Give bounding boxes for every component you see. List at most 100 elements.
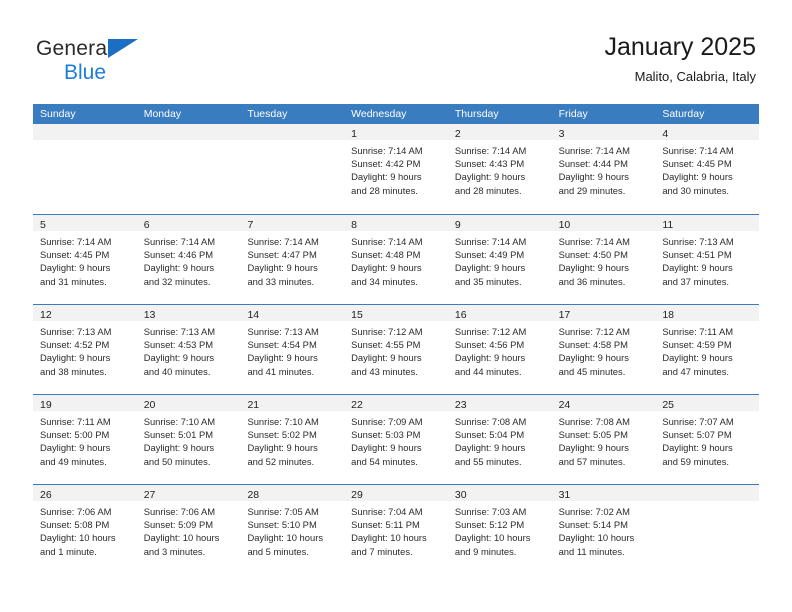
day-number-band: 19 (33, 395, 137, 411)
day-cell-empty (136, 124, 241, 214)
day-number-band: 31 (551, 485, 656, 501)
day-cell-30[interactable]: 30 Sunrise: 7:03 AM Sunset: 5:12 PM Dayligh… (447, 485, 552, 574)
sunrise-line: Sunrise: 7:14 AM (351, 236, 423, 247)
daylight-line-1: Daylight: 10 hours (351, 532, 427, 544)
day-number-band: 10 (551, 215, 656, 231)
day-number: 19 (40, 399, 52, 411)
day-cell-2[interactable]: 2 Sunrise: 7:14 AM Sunset: 4:43 PM Daylight… (447, 124, 552, 214)
sunrise-line: Sunrise: 7:03 AM (454, 506, 527, 517)
day-number: 27 (143, 489, 156, 501)
day-cell-14[interactable]: 14 Sunrise: 7:13 AM Sunset: 4:54 PM Dayligh… (240, 305, 345, 394)
day-number: 16 (454, 309, 467, 321)
day-details: Sunrise: 7:11 AM Sunset: 4:59 PM Daylight:… (655, 321, 759, 378)
day-details: Sunrise: 7:12 AM Sunset: 4:58 PM Daylight:… (552, 321, 656, 378)
daylight-line-1: Daylight: 10 hours (40, 532, 116, 544)
day-cell-22[interactable]: 22 Sunrise: 7:09 AM Sunset: 5:03 PM Dayligh… (344, 395, 448, 484)
sunrise-line: Sunrise: 7:08 AM (558, 416, 630, 427)
sunset-line: Sunset: 4:52 PM (40, 339, 110, 351)
daylight-line-2: and 7 minutes. (351, 545, 413, 557)
day-number-band (240, 124, 345, 140)
day-number: 10 (558, 219, 571, 231)
page-title: January 2025 (604, 33, 756, 61)
day-cell-13[interactable]: 13 Sunrise: 7:13 AM Sunset: 4:53 PM Dayligh… (136, 305, 241, 394)
day-cell-6[interactable]: 6 Sunrise: 7:14 AM Sunset: 4:46 PM Daylight… (136, 215, 241, 304)
day-details: Sunrise: 7:13 AM Sunset: 4:54 PM Daylight:… (240, 321, 344, 378)
day-cell-23[interactable]: 23 Sunrise: 7:08 AM Sunset: 5:04 PM Dayligh… (447, 395, 552, 484)
day-cell-4[interactable]: 4 Sunrise: 7:14 AM Sunset: 4:45 PM Daylight… (655, 124, 760, 214)
daylight-line-1: Daylight: 9 hours (351, 442, 422, 454)
sunrise-line: Sunrise: 7:11 AM (662, 326, 734, 337)
calendar-week-row: 5 Sunrise: 7:14 AM Sunset: 4:45 PM Daylight… (33, 214, 760, 304)
day-cell-28[interactable]: 28 Sunrise: 7:05 AM Sunset: 5:10 PM Dayligh… (240, 485, 345, 574)
daylight-line-1: Daylight: 10 hours (247, 532, 324, 544)
daylight-line-2: and 5 minutes. (247, 545, 309, 557)
day-cell-17[interactable]: 17 Sunrise: 7:12 AM Sunset: 4:58 PM Dayligh… (551, 305, 656, 394)
day-cell-31[interactable]: 31 Sunrise: 7:02 AM Sunset: 5:14 PM Dayligh… (551, 485, 656, 574)
day-cell-7[interactable]: 7 Sunrise: 7:14 AM Sunset: 4:47 PM Daylight… (240, 215, 345, 304)
day-cell-20[interactable]: 20 Sunrise: 7:10 AM Sunset: 5:01 PM Dayligh… (136, 395, 241, 484)
day-number-band: 3 (551, 124, 656, 140)
day-cell-16[interactable]: 16 Sunrise: 7:12 AM Sunset: 4:56 PM Dayligh… (447, 305, 552, 394)
daylight-line-1: Daylight: 10 hours (558, 532, 635, 544)
daylight-line-1: Daylight: 9 hours (454, 171, 526, 183)
day-cell-3[interactable]: 3 Sunrise: 7:14 AM Sunset: 4:44 PM Daylight… (551, 124, 656, 214)
day-cell-11[interactable]: 11 Sunrise: 7:13 AM Sunset: 4:51 PM Dayligh… (655, 215, 760, 304)
sunset-line: Sunset: 4:59 PM (662, 339, 732, 351)
daylight-line-2: and 43 minutes. (351, 365, 418, 377)
daylight-line-2: and 40 minutes. (143, 365, 211, 377)
daylight-line-2: and 55 minutes. (454, 455, 522, 467)
calendar-week-row: 12 Sunrise: 7:13 AM Sunset: 4:52 PM Dayligh… (33, 304, 760, 394)
day-number-band: 6 (136, 215, 241, 231)
day-number: 6 (143, 219, 150, 231)
sunrise-line: Sunrise: 7:10 AM (247, 416, 319, 427)
sunset-line: Sunset: 5:00 PM (40, 429, 110, 441)
daylight-line-1: Daylight: 10 hours (454, 532, 531, 544)
day-cell-12[interactable]: 12 Sunrise: 7:13 AM Sunset: 4:52 PM Dayligh… (33, 305, 137, 394)
sunset-line: Sunset: 4:48 PM (351, 249, 421, 261)
sunset-line: Sunset: 5:10 PM (247, 519, 317, 531)
general-blue-logo[interactable]: General Blue (36, 38, 138, 83)
daylight-line-1: Daylight: 9 hours (40, 352, 111, 364)
sunrise-line: Sunrise: 7:14 AM (454, 236, 527, 247)
daylight-line-1: Daylight: 9 hours (351, 262, 422, 274)
weekday-header-thursday: Thursday (454, 108, 499, 120)
day-cell-27[interactable]: 27 Sunrise: 7:06 AM Sunset: 5:09 PM Dayligh… (136, 485, 241, 574)
sunset-line: Sunset: 4:56 PM (454, 339, 525, 351)
day-cell-9[interactable]: 9 Sunrise: 7:14 AM Sunset: 4:49 PM Daylight… (447, 215, 552, 304)
daylight-line-2: and 54 minutes. (351, 455, 418, 467)
day-details: Sunrise: 7:03 AM Sunset: 5:12 PM Daylight:… (448, 501, 552, 558)
sunset-line: Sunset: 5:09 PM (143, 519, 214, 531)
weekday-header-monday: Monday (143, 108, 182, 120)
daylight-line-2: and 9 minutes. (454, 545, 517, 557)
sunrise-line: Sunrise: 7:06 AM (143, 506, 216, 517)
day-cell-24[interactable]: 24 Sunrise: 7:08 AM Sunset: 5:05 PM Dayligh… (551, 395, 656, 484)
weekday-header-friday: Friday (558, 108, 588, 120)
day-number: 25 (662, 399, 674, 411)
daylight-line-2: and 1 minute. (40, 545, 97, 557)
sunrise-line: Sunrise: 7:13 AM (143, 326, 216, 337)
sunset-line: Sunset: 4:42 PM (351, 158, 421, 170)
day-number: 30 (454, 489, 467, 501)
daylight-line-2: and 33 minutes. (247, 275, 315, 287)
daylight-line-1: Daylight: 9 hours (662, 352, 733, 364)
day-cell-18[interactable]: 18 Sunrise: 7:11 AM Sunset: 4:59 PM Dayligh… (655, 305, 760, 394)
day-cell-25[interactable]: 25 Sunrise: 7:07 AM Sunset: 5:07 PM Dayligh… (655, 395, 760, 484)
day-details: Sunrise: 7:09 AM Sunset: 5:03 PM Daylight:… (344, 411, 448, 468)
sunset-line: Sunset: 5:14 PM (558, 519, 628, 531)
day-cell-21[interactable]: 21 Sunrise: 7:10 AM Sunset: 5:02 PM Dayligh… (240, 395, 345, 484)
daylight-line-2: and 32 minutes. (143, 275, 211, 287)
day-details: Sunrise: 7:05 AM Sunset: 5:10 PM Daylight:… (240, 501, 344, 558)
day-cell-10[interactable]: 10 Sunrise: 7:14 AM Sunset: 4:50 PM Dayligh… (551, 215, 656, 304)
day-cell-19[interactable]: 19 Sunrise: 7:11 AM Sunset: 5:00 PM Dayligh… (33, 395, 137, 484)
day-number: 24 (558, 399, 571, 411)
day-cell-15[interactable]: 15 Sunrise: 7:12 AM Sunset: 4:55 PM Dayligh… (344, 305, 448, 394)
day-cell-1[interactable]: 1 Sunrise: 7:14 AM Sunset: 4:42 PM Daylight… (344, 124, 448, 214)
day-details: Sunrise: 7:06 AM Sunset: 5:08 PM Daylight:… (33, 501, 137, 558)
day-cell-26[interactable]: 26 Sunrise: 7:06 AM Sunset: 5:08 PM Dayligh… (33, 485, 137, 574)
daylight-line-2: and 45 minutes. (558, 365, 626, 377)
day-cell-8[interactable]: 8 Sunrise: 7:14 AM Sunset: 4:48 PM Daylight… (344, 215, 448, 304)
day-number: 1 (351, 128, 357, 140)
day-cell-29[interactable]: 29 Sunrise: 7:04 AM Sunset: 5:11 PM Dayligh… (344, 485, 448, 574)
day-number: 26 (40, 489, 52, 501)
day-cell-5[interactable]: 5 Sunrise: 7:14 AM Sunset: 4:45 PM Daylight… (33, 215, 137, 304)
